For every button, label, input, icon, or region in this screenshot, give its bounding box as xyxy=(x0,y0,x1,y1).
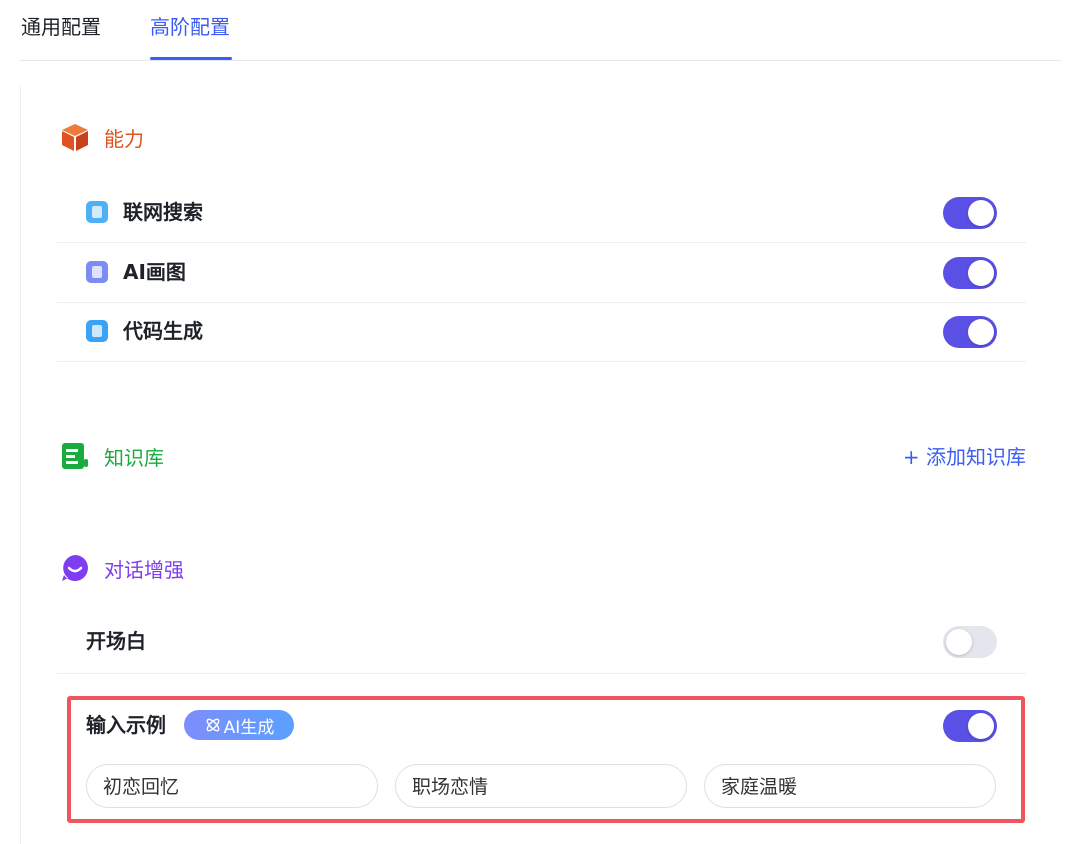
chat-bubble-icon xyxy=(60,553,90,583)
example-chip-first-love[interactable]: 初恋回忆 xyxy=(86,764,378,808)
code-gen-icon xyxy=(86,320,108,342)
toggle-knob xyxy=(946,629,972,655)
content-divider xyxy=(20,86,21,844)
knowledge-title: 知识库 xyxy=(104,445,164,470)
ai-generate-label: AI生成 xyxy=(223,717,275,738)
toggle-knob xyxy=(968,319,994,345)
code-gen-toggle[interactable] xyxy=(943,316,997,348)
ai-generate-button[interactable]: AI生成 xyxy=(184,710,294,740)
web-search-toggle[interactable] xyxy=(943,197,997,229)
opening-toggle[interactable] xyxy=(943,626,997,658)
ai-image-label: AI画图 xyxy=(123,260,186,284)
code-gen-label: 代码生成 xyxy=(123,319,203,343)
web-search-icon xyxy=(86,201,108,223)
input-examples-toggle[interactable] xyxy=(943,710,997,742)
knowledge-section-header: 知识库 xyxy=(60,440,164,472)
dialog-title: 对话增强 xyxy=(104,557,184,582)
ai-image-icon xyxy=(86,261,108,283)
cube-icon xyxy=(60,122,90,152)
dialog-section-header: 对话增强 xyxy=(60,552,184,584)
toggle-knob xyxy=(968,200,994,226)
atom-icon xyxy=(206,718,220,732)
capability-row-web-search: 联网搜索 xyxy=(57,183,1026,243)
toggle-knob xyxy=(968,260,994,286)
opening-row: 开场白 xyxy=(57,612,1026,674)
ai-image-toggle[interactable] xyxy=(943,257,997,289)
tab-bar: 通用配置 高阶配置 xyxy=(20,0,1061,61)
example-chip-office-romance[interactable]: 职场恋情 xyxy=(395,764,687,808)
add-knowledge-base-button[interactable]: + 添加知识库 xyxy=(903,444,1026,470)
active-tab-indicator xyxy=(150,57,232,60)
toggle-knob xyxy=(968,713,994,739)
opening-label: 开场白 xyxy=(86,629,146,653)
tab-advanced-config[interactable]: 高阶配置 xyxy=(150,13,230,41)
web-search-label: 联网搜索 xyxy=(123,200,203,224)
example-chip-family-warmth[interactable]: 家庭温暖 xyxy=(704,764,996,808)
tab-general-config[interactable]: 通用配置 xyxy=(21,13,101,41)
capability-section-header: 能力 xyxy=(60,121,144,153)
input-examples-label: 输入示例 xyxy=(86,713,166,737)
document-icon xyxy=(60,441,90,471)
capability-row-ai-image: AI画图 xyxy=(57,243,1026,303)
capability-title: 能力 xyxy=(104,126,144,151)
capability-row-code-gen: 代码生成 xyxy=(57,302,1026,362)
